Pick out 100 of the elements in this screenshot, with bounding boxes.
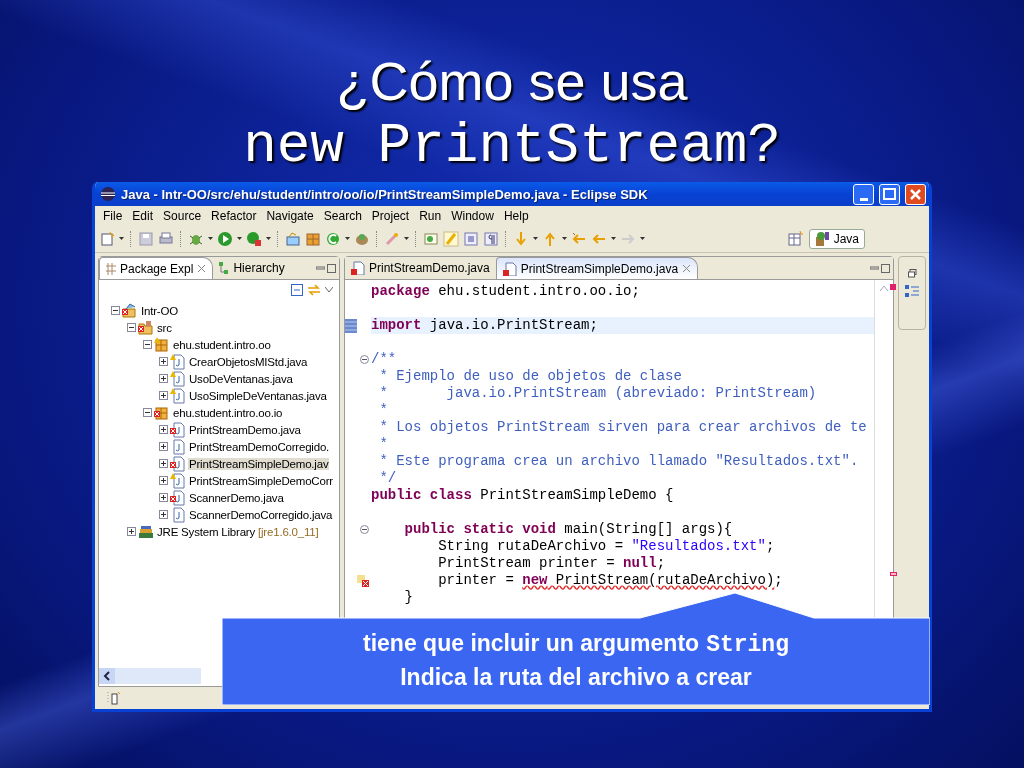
new-package-icon[interactable] [305,231,321,247]
code-line: } [403,589,414,606]
code-line: * [378,436,389,453]
fold-icon[interactable] [360,355,369,364]
hierarchy-icon [219,262,230,274]
editor-tab[interactable]: PrintStreamSimpleDemo.java [495,257,699,279]
collapse-all-icon[interactable] [291,284,303,296]
code-line: String rutaDeArchivo = "Resultados.txt"; [437,538,776,555]
maximize-icon[interactable] [881,264,890,273]
collapse-toggle-icon[interactable] [143,408,152,417]
fold-icon[interactable] [360,525,369,534]
tree-item[interactable]: UsoDeVentanas.java [188,372,294,385]
tree-item[interactable]: UsoSimpleDeVentanas.java [188,389,328,402]
minimize-icon[interactable] [316,264,325,273]
menu-item[interactable]: Help [498,209,534,223]
caret-icon[interactable] [611,237,616,241]
tree-item[interactable]: Intr-OO [140,304,179,317]
menu-item[interactable]: Search [318,209,367,223]
code-line: PrintStream printer = null; [437,555,667,572]
tree-item[interactable]: ScannerDemo.java [188,491,285,504]
scroll-left-icon[interactable] [99,668,115,684]
caret-icon[interactable] [533,237,538,241]
tree-item[interactable]: CrearObjetosMIStd.java [188,355,309,368]
maximize-icon[interactable] [327,264,336,273]
collapse-toggle-icon[interactable] [143,340,152,349]
collapse-toggle-icon[interactable] [127,323,136,332]
menu-item[interactable]: Run [414,209,447,223]
tree-item[interactable]: ScannerDemoCorregido.java [188,508,334,521]
code-line: * Este programa crea un archivo llamado "Resultados.txt". [378,453,860,470]
close-icon[interactable] [682,264,692,273]
tree-item[interactable]: PrintStreamSimpleDemoCorr [188,474,334,487]
error-overview-icon [890,284,896,290]
caret-icon[interactable] [237,237,242,241]
editor-tab[interactable]: PrintStreamDemo.java [345,257,496,279]
menu-item[interactable]: Source [158,209,207,223]
view-tab[interactable]: Hierarchy [213,257,291,279]
view-tab[interactable]: Package Expl [99,257,214,279]
maximize-button[interactable] [879,183,900,205]
expand-toggle-icon[interactable] [159,459,168,468]
expand-toggle-icon[interactable] [127,527,136,536]
horizontal-scrollbar[interactable] [99,668,201,684]
menu-item[interactable]: File [98,209,128,223]
view-menu-icon[interactable] [325,287,333,293]
callout-text: tiene que incluir un argumento String [363,629,789,660]
menu-item[interactable]: Refactor [206,209,262,223]
package-icon [106,262,116,275]
expand-toggle-icon[interactable] [159,391,168,400]
expand-toggle-icon[interactable] [159,476,168,485]
minimize-button[interactable] [853,183,874,205]
menu-item[interactable]: Edit [127,209,159,223]
code-line: * [378,402,389,419]
caret-icon[interactable] [404,237,409,241]
error-annotation-icon [889,572,897,576]
caret-icon[interactable] [208,237,213,241]
tree-item[interactable]: JRE System Library [156,525,256,538]
close-icon [910,188,921,200]
pilcrow-icon[interactable] [483,231,499,247]
callout-text: Indica la ruta del archivo a crear [400,663,752,692]
caret-icon[interactable] [562,237,567,241]
code-line: public class PrintStreamSimpleDemo { [371,487,675,504]
expand-toggle-icon[interactable] [159,493,168,502]
print-icon[interactable] [158,231,174,247]
outline-icon[interactable] [905,284,919,298]
code-line: * java.io.PrintStream (abreviado: PrintStream) [378,385,818,402]
run-icon[interactable] [217,231,233,247]
menu-item[interactable]: Navigate [261,209,319,223]
java-perspective-icon [814,231,831,247]
tree-item[interactable]: PrintStreamSimpleDemo.jav [188,457,330,470]
change-marker-icon [345,318,357,333]
caret-icon[interactable] [266,237,271,241]
tree-item[interactable]: PrintStreamDemoCorregido. [188,440,331,453]
caret-icon[interactable] [345,237,350,241]
expand-toggle-icon[interactable] [159,442,168,451]
menu-item[interactable]: Window [446,209,499,223]
code-line: package ehu.student.intro.oo.io; [371,283,641,300]
collapse-toggle-icon[interactable] [111,306,120,315]
tree-item[interactable]: PrintStreamDemo.java [188,423,302,436]
caret-icon[interactable] [119,237,124,241]
tree-item[interactable]: ehu.student.intro.oo [172,338,272,351]
caret-icon[interactable] [640,237,645,241]
annotation-icon[interactable] [423,231,439,247]
close-button[interactable] [905,183,926,205]
expand-toggle-icon[interactable] [159,510,168,519]
minimize-icon[interactable] [870,264,879,273]
open-perspective-icon[interactable] [786,231,803,247]
minimize-icon [859,197,868,201]
menu-item[interactable]: Project [366,209,415,223]
tree-item[interactable]: ehu.student.intro.oo.io [172,406,284,419]
expand-toggle-icon[interactable] [159,374,168,383]
expand-toggle-icon[interactable] [159,425,168,434]
open-project-icon[interactable] [285,231,301,247]
perspective-button[interactable]: Java [808,229,865,249]
restore-icon[interactable] [907,269,917,278]
fast-view-icon[interactable] [107,691,123,705]
code-line: */ [378,470,398,487]
tree-item-decoration: [jre1.6.0_11] [258,525,319,538]
expand-toggle-icon[interactable] [159,357,168,366]
external-tools-icon[interactable] [246,231,262,247]
close-icon[interactable] [197,264,207,273]
tree-item[interactable]: src [156,321,173,334]
